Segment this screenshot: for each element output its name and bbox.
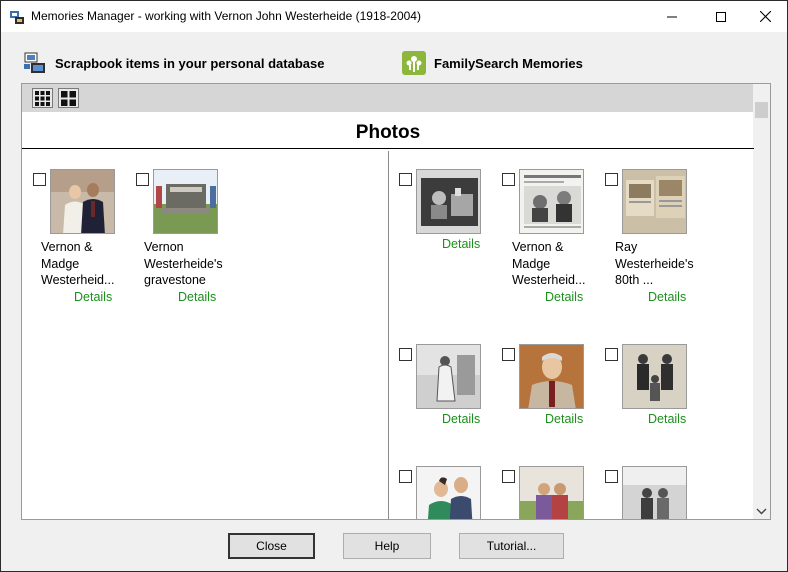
photo-checkbox[interactable] <box>399 470 412 483</box>
details-link[interactable]: Details <box>648 290 686 304</box>
title-divider <box>22 148 754 149</box>
photo-thumbnail[interactable] <box>416 344 481 409</box>
photo-checkbox[interactable] <box>399 173 412 186</box>
close-icon <box>759 11 771 22</box>
details-link[interactable]: Details <box>648 412 686 426</box>
view-toolbar <box>22 84 754 112</box>
title-bar: Memories Manager - working with Vernon J… <box>1 1 787 32</box>
photo-checkbox[interactable] <box>502 173 515 186</box>
small-grid-view-button[interactable] <box>32 88 53 108</box>
photo-thumbnail[interactable] <box>153 169 218 234</box>
help-button[interactable]: Help <box>343 533 431 559</box>
photo-thumbnail[interactable] <box>416 169 481 234</box>
details-link[interactable]: Details <box>178 290 216 304</box>
photo-checkbox[interactable] <box>502 470 515 483</box>
vertical-scrollbar[interactable] <box>753 84 770 519</box>
scrapbook-header-label: Scrapbook items in your personal databas… <box>55 55 325 71</box>
column-divider <box>388 151 389 519</box>
photo-checkbox[interactable] <box>399 348 412 361</box>
details-link[interactable]: Details <box>74 290 112 304</box>
window-title: Memories Manager - working with Vernon J… <box>31 9 421 23</box>
details-link[interactable]: Details <box>545 412 583 426</box>
photo-caption: Vernon & Madge Westerheid... <box>41 240 115 287</box>
scrapbook-icon <box>23 51 47 75</box>
details-link[interactable]: Details <box>442 412 480 426</box>
photo-checkbox[interactable] <box>605 348 618 361</box>
photo-checkbox[interactable] <box>605 173 618 186</box>
minimize-button[interactable] <box>649 1 695 32</box>
photo-thumbnail[interactable] <box>416 466 481 519</box>
small-grid-icon <box>35 90 50 106</box>
photos-panel: Photos Vernon & Madge Westerheid... Deta… <box>21 83 771 520</box>
memories-manager-window: Memories Manager - working with Vernon J… <box>0 0 788 572</box>
photo-checkbox[interactable] <box>605 470 618 483</box>
familysearch-header-label: FamilySearch Memories <box>434 55 583 71</box>
photo-thumbnail[interactable] <box>622 466 687 519</box>
app-icon <box>9 9 25 25</box>
maximize-button[interactable] <box>698 1 744 32</box>
details-link[interactable]: Details <box>545 290 583 304</box>
photo-thumbnail[interactable] <box>50 169 115 234</box>
minimize-icon <box>667 16 677 17</box>
photos-title: Photos <box>355 122 421 143</box>
photo-caption: Vernon Westerheide's gravestone <box>144 240 223 287</box>
photo-checkbox[interactable] <box>502 348 515 361</box>
photo-checkbox[interactable] <box>33 173 46 186</box>
maximize-icon <box>716 11 726 22</box>
scrapbook-header: Scrapbook items in your personal databas… <box>23 49 324 77</box>
family-tree-icon <box>402 51 426 75</box>
close-window-button[interactable] <box>742 1 788 32</box>
photo-thumbnail[interactable] <box>519 169 584 234</box>
photo-thumbnail[interactable] <box>519 344 584 409</box>
large-grid-view-button[interactable] <box>58 88 79 108</box>
photo-thumbnail[interactable] <box>622 344 687 409</box>
photo-caption: Vernon & Madge Westerheid... <box>512 240 586 287</box>
scroll-down-icon[interactable] <box>756 508 767 515</box>
photo-caption: Ray Westerheide's 80th ... <box>615 240 694 287</box>
large-grid-icon <box>61 90 76 106</box>
details-link[interactable]: Details <box>442 237 480 251</box>
photo-checkbox[interactable] <box>136 173 149 186</box>
photo-thumbnail[interactable] <box>519 466 584 519</box>
photo-thumbnail[interactable] <box>622 169 687 234</box>
familysearch-header: FamilySearch Memories <box>402 49 583 77</box>
close-button[interactable]: Close <box>228 533 315 559</box>
tutorial-button[interactable]: Tutorial... <box>459 533 564 559</box>
scrollbar-thumb[interactable] <box>755 102 768 118</box>
